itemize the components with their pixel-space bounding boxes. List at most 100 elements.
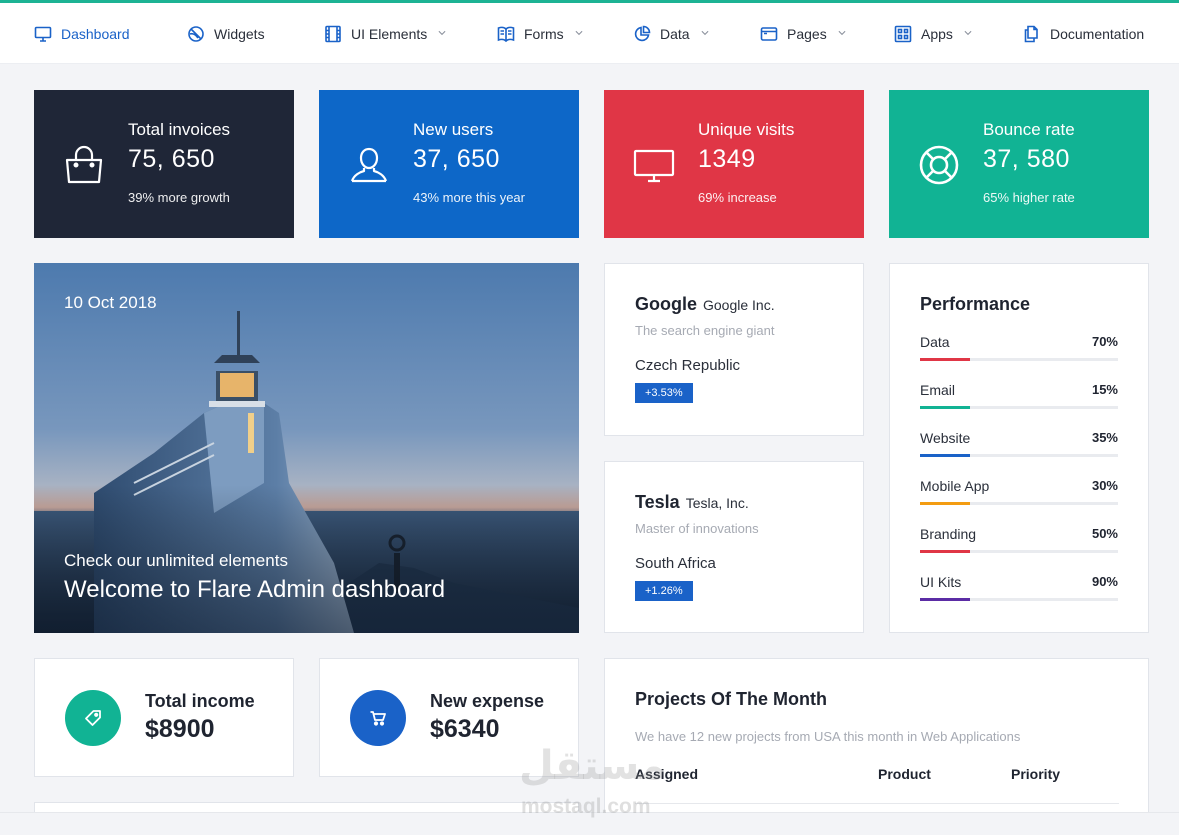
performance-title: Performance — [920, 294, 1031, 314]
company-name-text: Google — [635, 294, 697, 314]
stat-total-invoices: Total invoices 75, 650 39% more growth — [34, 90, 294, 238]
film-icon — [324, 25, 342, 43]
performance-value: 30% — [1091, 478, 1118, 493]
performance-row-branding: Branding 50% — [920, 526, 1118, 566]
grid-icon — [894, 25, 912, 43]
hero-date: 10 Oct 2018 — [64, 293, 157, 312]
progress-track — [920, 502, 1118, 505]
performance-row-data: Data 70% — [920, 334, 1118, 374]
company-card-tesla: Tesla Tesla, Inc. Master of innovations S… — [604, 461, 864, 633]
company-tagline: Master of innovations — [635, 521, 759, 536]
progress-track — [920, 358, 1118, 361]
stat-title: New users — [413, 120, 494, 139]
projects-description: We have 12 new projects from USA this mo… — [635, 729, 1021, 744]
nav-widgets-label: Widgets — [214, 25, 265, 42]
globe-slash-icon — [187, 25, 205, 43]
progress-track — [920, 406, 1118, 409]
stat-new-users: New users 37, 650 43% more this year — [319, 90, 579, 238]
nav-data[interactable]: Data — [633, 3, 709, 64]
performance-row-website: Website 35% — [920, 430, 1118, 470]
user-icon — [347, 143, 391, 187]
desktop-icon — [632, 143, 676, 187]
performance-label: Email — [920, 382, 956, 398]
shopping-bag-icon — [62, 143, 106, 187]
stat-subtext: 39% more growth — [128, 190, 230, 205]
performance-value: 70% — [1091, 334, 1118, 349]
company-legal-name: Google Inc. — [703, 297, 775, 313]
nav-documentation-label: Documentation — [1050, 25, 1145, 42]
nav-ui-elements[interactable]: UI Elements — [324, 3, 446, 64]
progress-fill — [920, 502, 970, 505]
nav-forms[interactable]: Forms — [497, 3, 583, 64]
nav-forms-label: Forms — [524, 25, 564, 42]
company-name-text: Tesla — [635, 492, 680, 512]
progress-fill — [920, 598, 970, 601]
monitor-icon — [34, 25, 52, 43]
stat-subtext: 65% higher rate — [983, 190, 1075, 205]
performance-label: UI Kits — [920, 574, 962, 590]
stat-value: 37, 650 — [413, 145, 500, 173]
performance-value: 50% — [1091, 526, 1118, 541]
expense-label: New expense — [430, 691, 545, 711]
performance-row-ui-kits: UI Kits 90% — [920, 574, 1118, 614]
lifebuoy-icon — [917, 143, 961, 187]
chevron-down-icon — [838, 30, 846, 38]
projects-card: Projects Of The Month We have 12 new pro… — [604, 658, 1149, 835]
stat-value: 75, 650 — [128, 145, 215, 173]
performance-card: Performance Data 70% Email 15% Website 3… — [889, 263, 1149, 633]
table-divider — [635, 803, 1119, 804]
stat-value: 1349 — [698, 145, 756, 173]
top-navigation: Dashboard Widgets UI Elements Forms Data… — [0, 3, 1179, 64]
column-header-product[interactable]: Product — [878, 766, 931, 782]
hero-banner[interactable]: 10 Oct 2018 Check our unlimited elements… — [34, 263, 579, 633]
total-income-card: Total income $8900 — [34, 658, 294, 777]
nav-documentation[interactable]: Documentation — [1023, 3, 1144, 64]
stat-title: Unique visits — [698, 120, 795, 139]
progress-fill — [920, 550, 970, 553]
progress-track — [920, 550, 1118, 553]
nav-apps-label: Apps — [921, 25, 953, 42]
expense-value: $6340 — [430, 715, 500, 743]
company-legal-name: Tesla, Inc. — [685, 495, 749, 511]
chevron-down-icon — [964, 30, 972, 38]
performance-value: 90% — [1091, 574, 1118, 589]
cart-icon — [350, 690, 406, 746]
stat-title: Total invoices — [128, 120, 231, 139]
progress-fill — [920, 406, 970, 409]
watermark-arabic: مستقل — [519, 744, 666, 788]
nav-dashboard[interactable]: Dashboard — [34, 3, 130, 64]
income-value: $8900 — [145, 715, 215, 743]
stat-bounce-rate: Bounce rate 37, 580 65% higher rate — [889, 90, 1149, 238]
documents-icon — [1023, 25, 1041, 43]
nav-apps[interactable]: Apps — [894, 3, 972, 64]
performance-value: 15% — [1091, 382, 1118, 397]
change-badge: +1.26% — [635, 581, 693, 601]
browser-icon — [760, 25, 778, 43]
stat-value: 37, 580 — [983, 145, 1070, 173]
tag-icon — [65, 690, 121, 746]
pie-chart-icon — [633, 25, 651, 43]
nav-widgets[interactable]: Widgets — [187, 3, 265, 64]
progress-fill — [920, 454, 970, 457]
performance-label: Website — [920, 430, 971, 446]
performance-label: Branding — [920, 526, 977, 542]
performance-value: 35% — [1091, 430, 1118, 445]
company-country: South Africa — [635, 555, 716, 572]
nav-pages[interactable]: Pages — [760, 3, 846, 64]
performance-label: Mobile App — [920, 478, 990, 494]
performance-label: Data — [920, 334, 950, 350]
hero-title: Welcome to Flare Admin dashboard — [64, 576, 446, 603]
progress-fill — [920, 358, 970, 361]
stat-title: Bounce rate — [983, 120, 1075, 139]
hero-subtitle: Check our unlimited elements — [64, 551, 288, 570]
stat-unique-visits: Unique visits 1349 69% increase — [604, 90, 864, 238]
company-country: Czech Republic — [635, 357, 741, 374]
performance-row-email: Email 15% — [920, 382, 1118, 422]
company-name: Tesla Tesla, Inc. — [635, 492, 749, 513]
column-header-priority[interactable]: Priority — [1011, 766, 1060, 782]
nav-ui-elements-label: UI Elements — [351, 25, 428, 42]
stat-subtext: 43% more this year — [413, 190, 525, 205]
progress-track — [920, 454, 1118, 457]
stat-subtext: 69% increase — [698, 190, 777, 205]
nav-data-label: Data — [660, 25, 690, 42]
